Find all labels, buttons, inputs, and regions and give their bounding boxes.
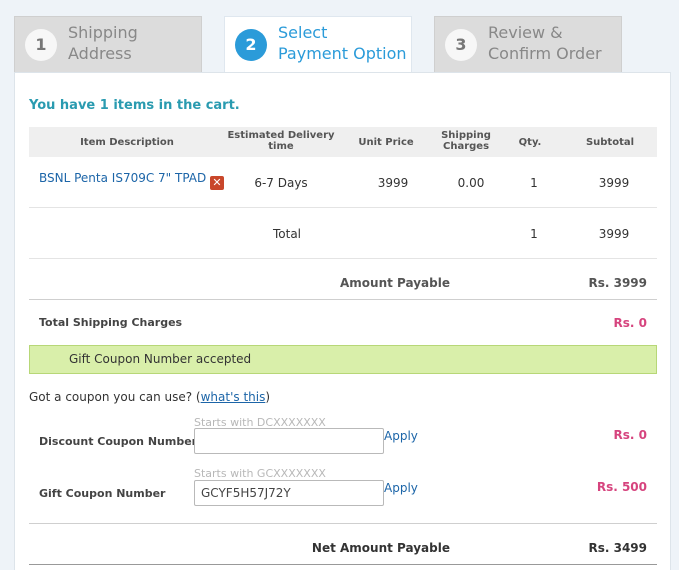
discount-coupon-input[interactable] [194, 428, 384, 454]
item-product-link[interactable]: BSNL Penta IS709C 7" TPAD [39, 171, 206, 185]
step-select-payment-tab[interactable]: 2 Select Payment Option [224, 16, 412, 76]
amount-payable-value: Rs. 3999 [588, 276, 647, 290]
header-shipping-charges: Shipping Charges [435, 130, 497, 152]
total-shipping-value: Rs. 0 [613, 316, 647, 330]
bottom-divider [29, 564, 657, 565]
item-qty: 1 [530, 176, 538, 190]
header-shipping-line1: Shipping [441, 130, 491, 141]
row-divider [29, 207, 657, 208]
gift-apply-link[interactable]: Apply [384, 481, 418, 495]
step-number: 2 [235, 29, 267, 61]
step-number: 1 [25, 29, 57, 61]
step-review-confirm-tab[interactable]: 3 Review & Confirm Order [434, 16, 622, 72]
total-shipping-label: Total Shipping Charges [39, 316, 183, 329]
header-delivery-line2: time [268, 141, 294, 152]
whats-this-link[interactable]: what's this [201, 390, 266, 404]
header-subtotal: Subtotal [585, 137, 635, 148]
item-delivery-time: 6-7 Days [254, 176, 308, 190]
step-label-line2: Payment Option [278, 44, 407, 63]
remove-x-icon[interactable]: ✕ [210, 176, 224, 190]
discount-apply-link[interactable]: Apply [384, 429, 418, 443]
step-label-line1: Select [278, 23, 328, 42]
step-label: Review & Confirm Order [488, 22, 602, 64]
step-label-line1: Review & [488, 23, 563, 42]
cart-count-message: You have 1 items in the cart. [29, 98, 240, 113]
discount-coupon-label: Discount Coupon Number [39, 435, 198, 448]
section-divider [29, 299, 657, 300]
header-shipping-line2: Charges [442, 141, 490, 152]
item-subtotal: 3999 [598, 176, 630, 190]
step-label: Select Payment Option [278, 22, 407, 64]
header-item-description: Item Description [80, 137, 174, 148]
gift-coupon-amount: Rs. 500 [596, 480, 647, 494]
step-label: Shipping Address [68, 22, 138, 64]
gift-coupon-accepted-banner: Gift Coupon Number accepted [29, 345, 657, 374]
coupon-question-text: Got a coupon you can use? ( [29, 390, 201, 404]
step-label-line1: Shipping [68, 23, 138, 42]
gift-coupon-hint: Starts with GCXXXXXXX [194, 467, 326, 480]
step-shipping-address-tab[interactable]: 1 Shipping Address [14, 16, 202, 72]
gift-coupon-input[interactable]: GCYF5H57J72Y [194, 480, 384, 506]
step-label-line2: Address [68, 44, 132, 63]
header-estimated-delivery: Estimated Delivery time [225, 130, 337, 152]
total-qty: 1 [530, 227, 538, 241]
total-subtotal: 3999 [598, 227, 630, 241]
gift-coupon-label: Gift Coupon Number [39, 487, 166, 500]
total-label: Total [272, 227, 302, 241]
amount-payable-label: Amount Payable [340, 276, 450, 290]
header-delivery-line1: Estimated Delivery [227, 130, 335, 141]
step-label-line2: Confirm Order [488, 44, 602, 63]
cart-table-header: Item Description Estimated Delivery time… [29, 127, 657, 157]
item-unit-price: 3999 [377, 176, 409, 190]
coupon-question: Got a coupon you can use? (what's this) [29, 390, 270, 404]
discount-coupon-amount: Rs. 0 [613, 428, 647, 442]
row-divider [29, 258, 657, 259]
header-unit-price: Unit Price [358, 137, 414, 148]
coupon-question-close: ) [265, 390, 271, 404]
header-qty: Qty. [518, 137, 542, 148]
net-amount-label: Net Amount Payable [311, 541, 450, 555]
section-divider [29, 523, 657, 524]
step-number: 3 [445, 29, 477, 61]
net-amount-value: Rs. 3499 [588, 541, 647, 555]
